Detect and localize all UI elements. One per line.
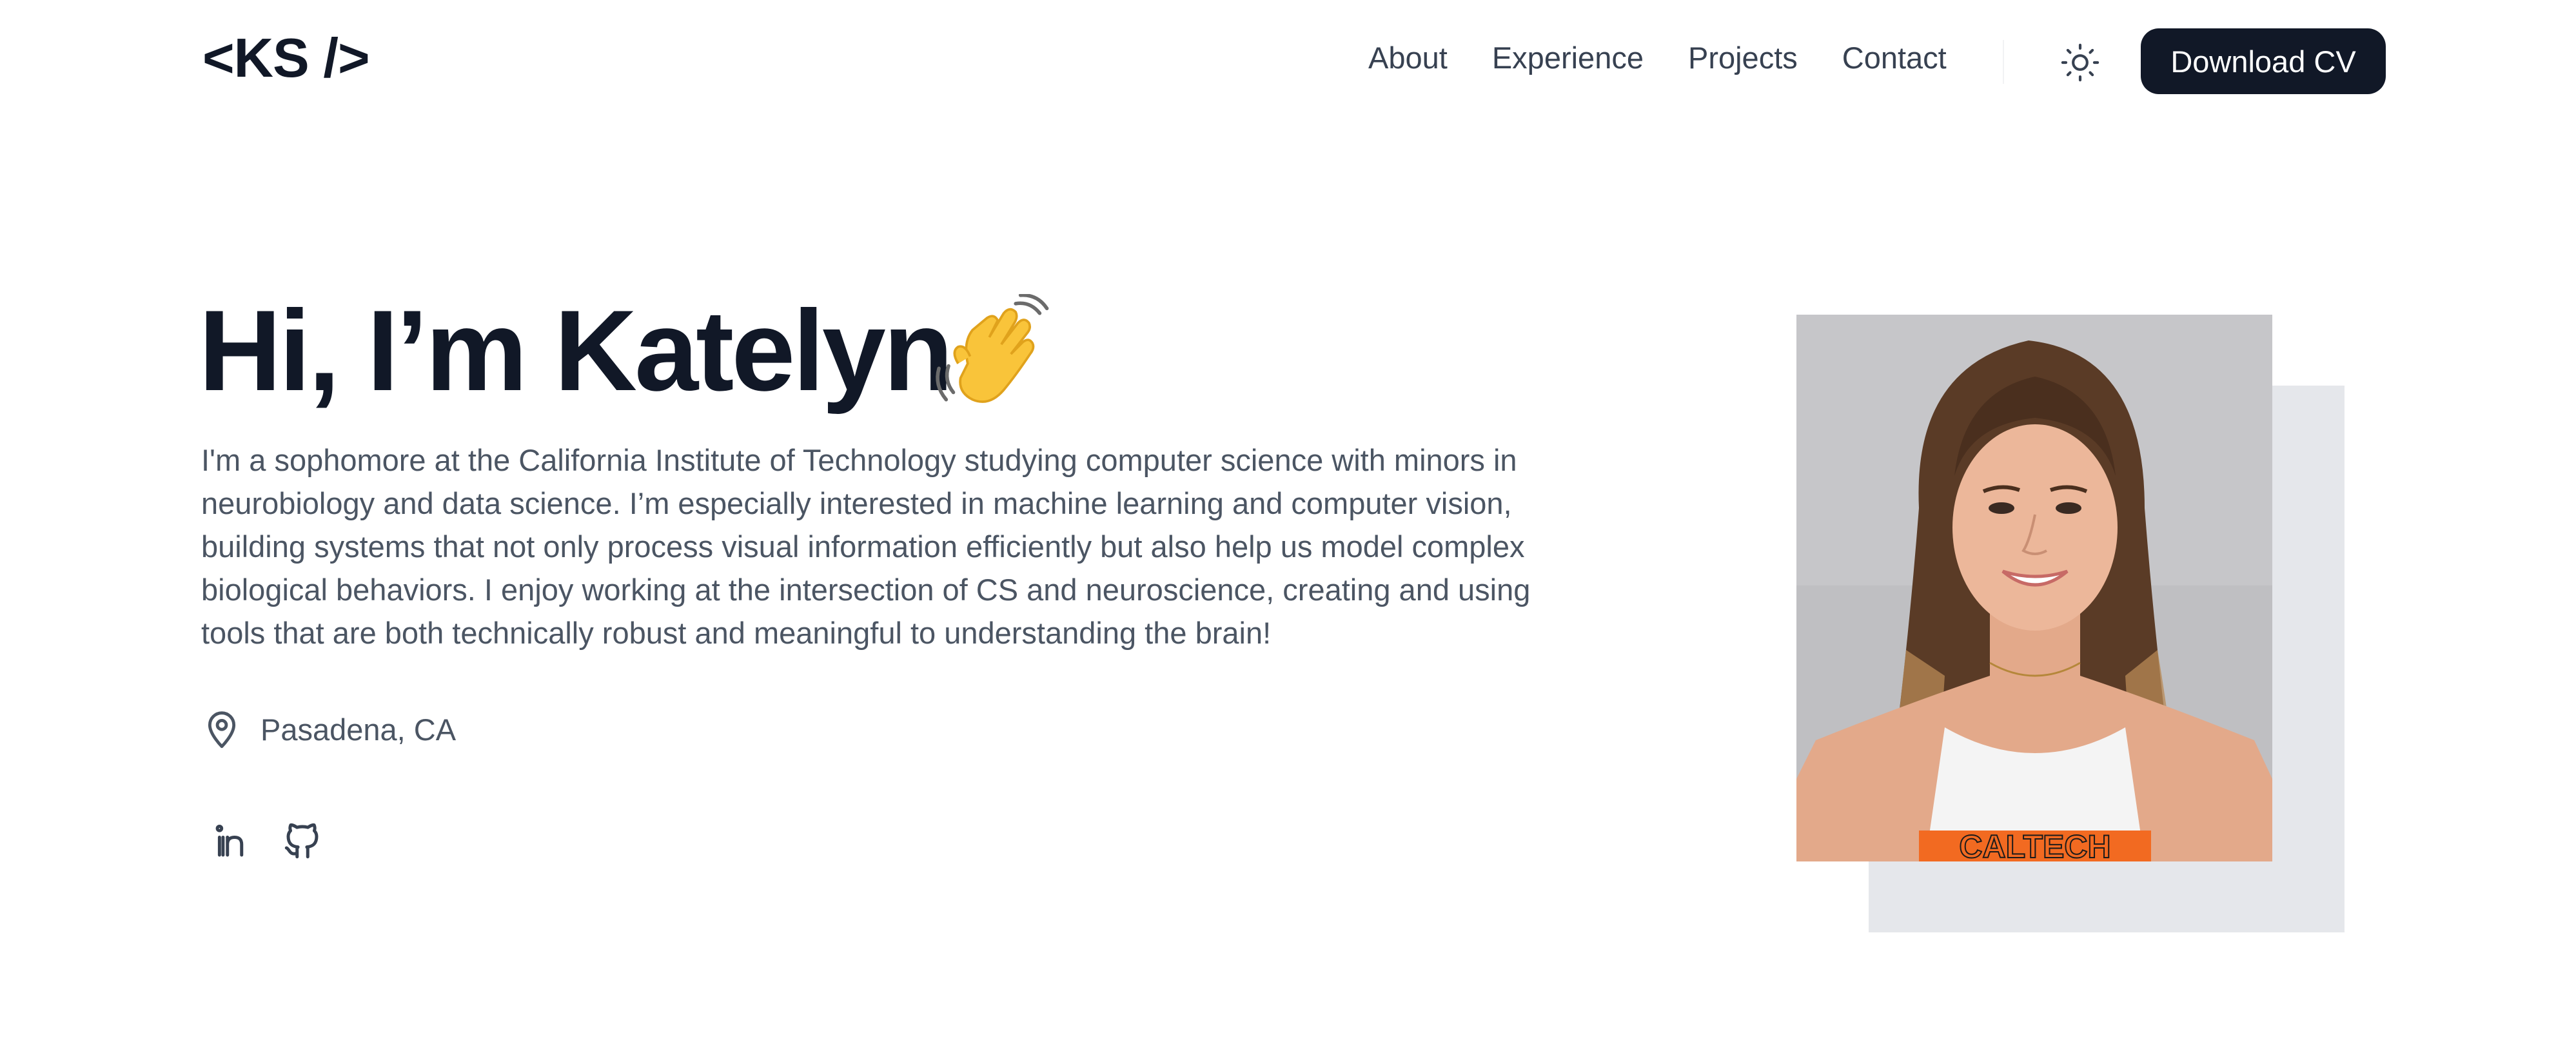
theme-toggle-button[interactable] (2058, 40, 2103, 85)
site-logo[interactable]: <KS /> (202, 31, 370, 86)
hero-bio: I'm a sophomore at the California Instit… (201, 443, 1531, 650)
nav-link-about[interactable]: About (1368, 43, 1448, 73)
shirt-lettering: CALTECH (1959, 829, 2110, 861)
map-pin-icon (208, 711, 236, 749)
download-cv-button[interactable]: Download CV (2141, 28, 2386, 94)
linkedin-icon (215, 824, 244, 857)
sun-icon (2061, 43, 2099, 82)
waving-hand-icon (936, 294, 1049, 403)
main-nav: About Experience Projects Contact (1368, 43, 1947, 73)
nav-link-contact[interactable]: Contact (1842, 43, 1947, 73)
profile-photo: CALTECH (1796, 315, 2272, 861)
site-header: <KS /> About Experience Projects Contact… (0, 0, 2576, 123)
github-link[interactable] (280, 818, 325, 864)
location: Pasadena, CA (201, 708, 456, 751)
nav-link-projects[interactable]: Projects (1688, 43, 1798, 73)
hero-title: Hi, I’m Katelyn (199, 286, 954, 415)
location-label: Pasadena, CA (261, 712, 457, 747)
nav-divider (2003, 40, 2004, 84)
social-links (210, 818, 349, 864)
nav-link-experience[interactable]: Experience (1492, 43, 1644, 73)
github-icon (284, 823, 319, 859)
linkedin-link[interactable] (210, 818, 255, 864)
